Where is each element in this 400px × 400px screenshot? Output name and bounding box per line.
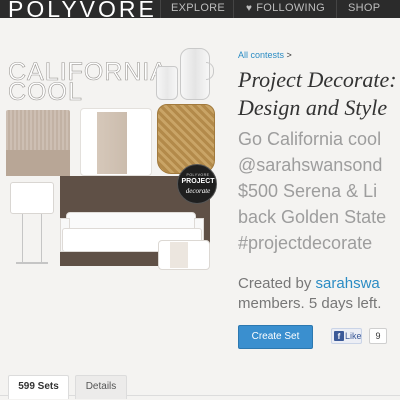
breadcrumb: All contests > [238,50,292,60]
badge-line2: decorate [185,187,211,195]
author-link[interactable]: sarahswa [316,275,380,292]
lumbar-stripe [170,242,188,268]
tab-details[interactable]: Details [75,375,127,399]
created-by: Created by sarahswa members. 5 days left… [238,274,400,314]
contest-title: Project Decorate: Design and Style [238,66,400,122]
nav-following-link[interactable]: ♥ FOLLOWING [246,2,325,14]
facebook-like-button[interactable]: f Like [331,328,362,344]
woven-basket-image [157,104,215,174]
lamp-base [22,214,42,262]
contest-title-line2: Design and Style [238,95,388,120]
glass-jar-image [156,66,178,100]
like-count: 9 [369,328,387,344]
heart-icon: ♥ [246,3,253,14]
badge-brand: POLYVORE [186,173,210,177]
polyvore-logo[interactable]: POLYVORE [8,0,157,23]
desc-line3: $500 Serena & Li [238,181,378,201]
nav-divider [160,0,161,18]
project-decorate-badge: POLYVORE PROJECT decorate [177,164,217,204]
nav-explore-link[interactable]: EXPLORE [171,2,225,14]
create-set-button[interactable]: Create Set [238,325,313,349]
tab-sets[interactable]: 599 Sets [8,375,69,399]
created-prefix: Created by [238,275,316,292]
desc-line1: Go California cool [238,129,382,149]
facebook-icon: f [334,331,344,341]
lamp-foot [16,262,48,264]
contest-description: Go California cool @sarahswansond $500 S… [238,126,400,256]
all-contests-link[interactable]: All contests [238,50,284,60]
pillow-stripe [97,112,127,174]
nav-shop-link[interactable]: SHOP [348,2,380,14]
lamp-shade [10,182,54,214]
top-navbar: POLYVORE EXPLORE ♥ FOLLOWING SHOP [0,0,400,22]
nav-divider [336,0,337,18]
created-line2: members. 5 days left. [238,295,382,312]
desc-line5: #projectdecorate [238,233,373,253]
desc-line2: @sarahswansond [238,155,383,175]
nav-divider [233,0,234,18]
breadcrumb-separator: > [286,50,292,60]
like-label: Like [345,331,362,341]
desc-line4: back Golden State [238,207,387,227]
nav-following-label: FOLLOWING [256,2,325,14]
badge-line1: PROJECT [181,178,215,185]
blanket-fold [6,150,70,176]
contest-title-line1: Project Decorate: [238,67,397,92]
set-heading: CALIFORNIA COOL [8,59,168,105]
